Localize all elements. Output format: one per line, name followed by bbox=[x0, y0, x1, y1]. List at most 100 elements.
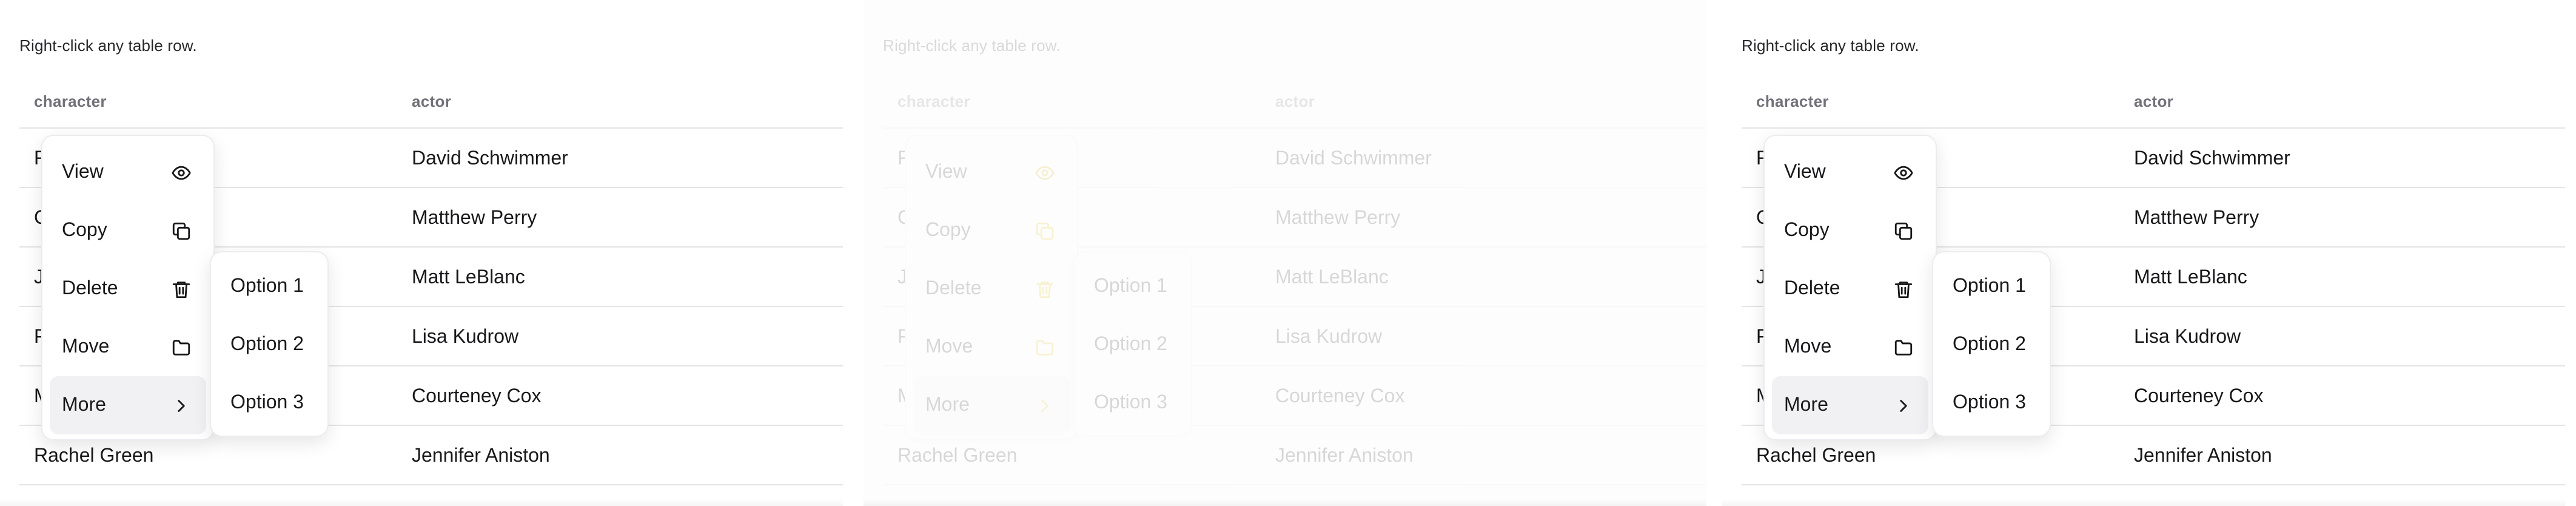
table-header: character actor bbox=[19, 85, 843, 129]
submenu-item-option-2[interactable]: Option 2 bbox=[1082, 317, 1184, 375]
column-header-character[interactable]: character bbox=[34, 92, 107, 111]
menu-item-more[interactable]: More bbox=[50, 376, 206, 434]
menu-item-label: Copy bbox=[62, 218, 107, 240]
submenu-item-label: Option 2 bbox=[230, 332, 304, 354]
menu-item-label: Delete bbox=[1784, 277, 1840, 299]
menu-item-delete[interactable]: Delete bbox=[913, 260, 1070, 318]
menu-item-delete[interactable]: Delete bbox=[1772, 260, 1928, 318]
folder-icon bbox=[1893, 337, 1914, 358]
submenu-item-option-1[interactable]: Option 1 bbox=[1082, 258, 1184, 317]
column-header-actor[interactable]: actor bbox=[1275, 92, 1315, 111]
actor-cell: Courteney Cox bbox=[412, 385, 542, 406]
column-header-actor[interactable]: actor bbox=[2134, 92, 2173, 111]
panel-edge-shadow bbox=[1722, 499, 2565, 506]
column-header-actor[interactable]: actor bbox=[412, 92, 451, 111]
menu-item-label: Move bbox=[925, 335, 973, 357]
submenu-item-option-3[interactable]: Option 3 bbox=[1082, 375, 1184, 433]
submenu-item-label: Option 2 bbox=[1094, 332, 1167, 354]
menu-item-move[interactable]: Move bbox=[913, 318, 1070, 376]
menu-item-label: View bbox=[62, 160, 104, 182]
menu-item-view[interactable]: View bbox=[1772, 143, 1928, 201]
table-header: character actor bbox=[883, 85, 1706, 129]
eye-icon bbox=[1893, 163, 1914, 183]
instruction-text: Right-click any table row. bbox=[19, 36, 197, 55]
column-header-character[interactable]: character bbox=[1756, 92, 1829, 111]
menu-item-label: More bbox=[62, 393, 106, 415]
actor-cell: Jennifer Aniston bbox=[1275, 444, 1414, 466]
menu-item-copy[interactable]: Copy bbox=[50, 201, 206, 260]
demo-panel-2: Right-click any table row. character act… bbox=[864, 0, 1706, 506]
actor-cell: Lisa Kudrow bbox=[1275, 325, 1383, 347]
menu-item-more[interactable]: More bbox=[913, 376, 1070, 434]
demo-panel-3: Right-click any table row. character act… bbox=[1722, 0, 2565, 506]
character-cell: Rachel Green bbox=[34, 444, 154, 466]
panel-edge-shadow bbox=[0, 499, 843, 506]
menu-item-copy[interactable]: Copy bbox=[1772, 201, 1928, 260]
menu-item-label: Move bbox=[62, 335, 110, 357]
submenu-item-label: Option 1 bbox=[1094, 274, 1167, 296]
context-menu: View Copy Delete Move More bbox=[1763, 135, 1937, 440]
actor-cell: Courteney Cox bbox=[1275, 385, 1405, 406]
menu-item-label: More bbox=[1784, 393, 1828, 415]
panel-content: Right-click any table row. character act… bbox=[1742, 0, 2565, 506]
menu-item-view[interactable]: View bbox=[913, 143, 1070, 201]
menu-item-label: View bbox=[1784, 160, 1826, 182]
trash-icon bbox=[1893, 279, 1914, 300]
panel-edge-shadow bbox=[864, 499, 1706, 506]
menu-item-label: Move bbox=[1784, 335, 1832, 357]
instruction-text: Right-click any table row. bbox=[1742, 36, 1919, 55]
submenu-item-label: Option 3 bbox=[230, 391, 304, 413]
menu-item-copy[interactable]: Copy bbox=[913, 201, 1070, 260]
chevron-right-icon bbox=[1893, 396, 1914, 416]
actor-cell: David Schwimmer bbox=[1275, 147, 1432, 169]
eye-icon bbox=[1035, 163, 1055, 183]
column-header-character[interactable]: character bbox=[897, 92, 970, 111]
actor-cell: Courteney Cox bbox=[2134, 385, 2264, 406]
trash-icon bbox=[171, 279, 192, 300]
actor-cell: Matthew Perry bbox=[1275, 206, 1401, 228]
actor-cell: Lisa Kudrow bbox=[412, 325, 519, 347]
character-cell: Rachel Green bbox=[1756, 444, 1876, 466]
submenu-item-label: Option 3 bbox=[1953, 391, 2026, 413]
menu-item-label: More bbox=[925, 393, 970, 415]
actor-cell: David Schwimmer bbox=[2134, 147, 2290, 169]
instruction-text: Right-click any table row. bbox=[883, 36, 1061, 55]
menu-item-move[interactable]: Move bbox=[1772, 318, 1928, 376]
submenu-item-option-2[interactable]: Option 2 bbox=[218, 317, 320, 375]
actor-cell: Matthew Perry bbox=[412, 206, 537, 228]
chevron-right-icon bbox=[1035, 396, 1055, 416]
actor-cell: Matthew Perry bbox=[2134, 206, 2259, 228]
submenu-item-label: Option 2 bbox=[1953, 332, 2026, 354]
menu-item-delete[interactable]: Delete bbox=[50, 260, 206, 318]
actor-cell: Matt LeBlanc bbox=[2134, 266, 2247, 288]
menu-item-label: View bbox=[925, 160, 967, 182]
trash-icon bbox=[1035, 279, 1055, 300]
menu-item-view[interactable]: View bbox=[50, 143, 206, 201]
submenu-item-option-1[interactable]: Option 1 bbox=[218, 258, 320, 317]
submenu-item-label: Option 1 bbox=[1953, 274, 2026, 296]
actor-cell: Lisa Kudrow bbox=[2134, 325, 2241, 347]
submenu-item-label: Option 3 bbox=[1094, 391, 1167, 413]
menu-item-label: Delete bbox=[925, 277, 982, 299]
more-submenu: Option 1 Option 2 Option 3 bbox=[1932, 251, 2051, 437]
copy-icon bbox=[171, 221, 192, 241]
folder-icon bbox=[1035, 337, 1055, 358]
eye-icon bbox=[171, 163, 192, 183]
context-menu: View Copy Delete Move More bbox=[41, 135, 215, 440]
menu-item-more[interactable]: More bbox=[1772, 376, 1928, 434]
submenu-item-option-3[interactable]: Option 3 bbox=[218, 375, 320, 433]
actor-cell: Matt LeBlanc bbox=[1275, 266, 1389, 288]
submenu-item-option-3[interactable]: Option 3 bbox=[1940, 375, 2042, 433]
folder-icon bbox=[171, 337, 192, 358]
actor-cell: Jennifer Aniston bbox=[412, 444, 550, 466]
copy-icon bbox=[1893, 221, 1914, 241]
menu-item-move[interactable]: Move bbox=[50, 318, 206, 376]
menu-item-label: Copy bbox=[925, 218, 971, 240]
submenu-item-option-1[interactable]: Option 1 bbox=[1940, 258, 2042, 317]
submenu-item-option-2[interactable]: Option 2 bbox=[1940, 317, 2042, 375]
actor-cell: Matt LeBlanc bbox=[412, 266, 525, 288]
copy-icon bbox=[1035, 221, 1055, 241]
panel-content: Right-click any table row. character act… bbox=[19, 0, 843, 506]
actor-cell: David Schwimmer bbox=[412, 147, 568, 169]
table-header: character actor bbox=[1742, 85, 2565, 129]
